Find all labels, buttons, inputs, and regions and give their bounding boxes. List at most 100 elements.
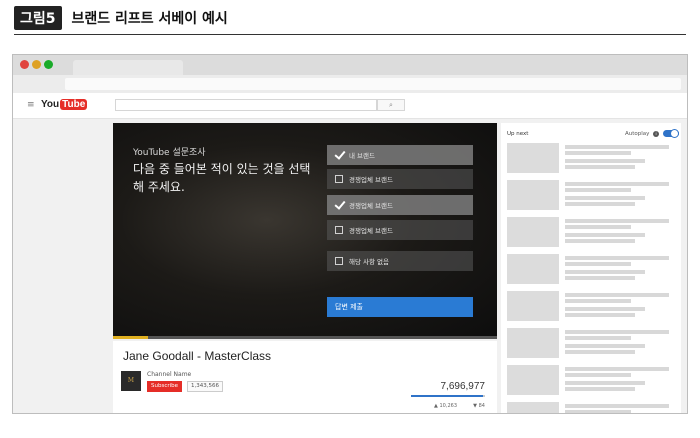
survey-option-label: 경쟁업체 브랜드	[349, 202, 393, 210]
youtube-logo[interactable]: You Tube	[41, 99, 88, 110]
dislike-button[interactable]: ▼ 84	[473, 403, 485, 409]
figure-title: 브랜드 리프트 서베이 예시	[71, 11, 228, 27]
recommended-video-meta-placeholder	[565, 233, 645, 237]
maximize-window-button[interactable]	[44, 60, 53, 69]
recommended-video-thumbnail[interactable]	[507, 217, 559, 247]
recommended-video-title-placeholder	[565, 404, 669, 408]
recommended-video-meta-placeholder	[565, 225, 631, 229]
survey-option-label: 경쟁업체 브랜드	[349, 176, 393, 184]
recommended-video-thumbnail[interactable]	[507, 328, 559, 358]
like-dislike-bar	[411, 395, 485, 397]
video-progress-bar[interactable]	[113, 336, 497, 339]
close-window-button[interactable]	[20, 60, 29, 69]
search-input[interactable]	[115, 99, 377, 111]
survey-brand-label: YouTube 설문조사	[133, 148, 206, 158]
recommended-video-title-placeholder	[565, 367, 669, 371]
recommended-video-meta-placeholder	[565, 239, 635, 243]
recommended-video-item[interactable]	[507, 254, 677, 286]
figure-divider	[14, 34, 686, 35]
recommended-video-thumbnail[interactable]	[507, 291, 559, 321]
subscribe-button[interactable]: Subscribe	[147, 381, 183, 392]
recommended-video-thumbnail[interactable]	[507, 365, 559, 395]
checkbox-checked-icon[interactable]	[335, 201, 343, 209]
recommended-video-meta-placeholder	[565, 336, 631, 340]
survey-option-label: 내 브랜드	[349, 152, 375, 160]
recommended-video-title-placeholder	[565, 293, 669, 297]
survey-question: 다음 중 들어본 적이 있는 것을 선택해 주세요.	[133, 162, 311, 194]
recommended-video-title-placeholder	[565, 145, 669, 149]
logo-you-text: You	[41, 99, 60, 110]
up-next-sidebar: Up next Autoplay i	[501, 123, 681, 413]
autoplay-toggle[interactable]	[663, 129, 679, 138]
recommended-video-thumbnail[interactable]	[507, 402, 559, 413]
minimize-window-button[interactable]	[32, 60, 41, 69]
dislike-count: 84	[478, 403, 485, 409]
recommended-video-item[interactable]	[507, 180, 677, 212]
survey-option-2[interactable]: 경쟁업체 브랜드	[327, 169, 473, 189]
subscriber-count: 1,343,566	[187, 381, 223, 392]
view-count: 7,696,977	[440, 381, 486, 392]
recommended-video-meta-placeholder	[565, 202, 635, 206]
recommended-video-meta-placeholder	[565, 299, 631, 303]
search-icon: ⌕	[389, 101, 393, 109]
recommended-video-meta-placeholder	[565, 188, 631, 192]
info-icon[interactable]: i	[653, 131, 659, 137]
recommended-video-item[interactable]	[507, 365, 677, 397]
recommended-video-meta-placeholder	[565, 387, 635, 391]
survey-option-1[interactable]: 내 브랜드	[327, 145, 473, 165]
checkbox-empty-icon[interactable]	[335, 226, 343, 234]
recommended-video-meta-placeholder	[565, 381, 645, 385]
recommended-video-thumbnail[interactable]	[507, 143, 559, 173]
channel-avatar[interactable]: M	[121, 371, 141, 391]
browser-tab[interactable]	[73, 60, 183, 75]
checkbox-checked-icon[interactable]	[335, 151, 343, 159]
thumbs-down-icon: ▼	[473, 403, 478, 409]
watch-page: YouTube 설문조사 다음 중 들어본 적이 있는 것을 선택해 주세요. …	[13, 119, 687, 413]
recommended-video-title-placeholder	[565, 182, 669, 186]
survey-option-3[interactable]: 경쟁업체 브랜드	[327, 195, 473, 215]
video-info-panel: Jane Goodall - MasterClass M Channel Nam…	[113, 341, 497, 413]
like-count: 10,263	[439, 403, 458, 409]
recommended-video-meta-placeholder	[565, 350, 635, 354]
recommended-video-item[interactable]	[507, 217, 677, 249]
video-player[interactable]: YouTube 설문조사 다음 중 들어본 적이 있는 것을 선택해 주세요. …	[113, 123, 497, 339]
video-title: Jane Goodall - MasterClass	[123, 349, 272, 363]
up-next-label: Up next	[507, 131, 529, 137]
submit-answer-label: 답변 제출	[335, 303, 363, 311]
recommended-video-thumbnail[interactable]	[507, 254, 559, 284]
recommended-video-meta-placeholder	[565, 270, 645, 274]
checkbox-empty-icon[interactable]	[335, 257, 343, 265]
hamburger-menu-icon[interactable]: ≡	[27, 101, 35, 110]
autoplay-toggle-knob	[670, 129, 679, 138]
recommended-video-item[interactable]	[507, 143, 677, 175]
video-progress-fill	[113, 336, 148, 339]
browser-titlebar	[13, 55, 687, 75]
recommended-video-meta-placeholder	[565, 307, 645, 311]
channel-name[interactable]: Channel Name	[147, 371, 191, 378]
recommended-video-meta-placeholder	[565, 276, 635, 280]
recommended-video-item[interactable]	[507, 328, 677, 360]
recommended-video-title-placeholder	[565, 256, 669, 260]
youtube-masthead: ≡ You Tube ⌕	[13, 93, 687, 119]
recommended-video-meta-placeholder	[565, 262, 631, 266]
recommended-video-meta-placeholder	[565, 313, 635, 317]
recommended-video-item[interactable]	[507, 291, 677, 323]
address-bar[interactable]	[65, 78, 681, 90]
recommended-video-thumbnail[interactable]	[507, 180, 559, 210]
recommended-video-title-placeholder	[565, 330, 669, 334]
survey-option-4[interactable]: 경쟁업체 브랜드	[327, 220, 473, 240]
checkbox-empty-icon[interactable]	[335, 175, 343, 183]
like-ratio-fill	[411, 395, 483, 397]
like-button[interactable]: ▲ 10,263	[434, 403, 457, 409]
logo-tube-text: Tube	[60, 99, 88, 110]
search-button[interactable]: ⌕	[377, 99, 405, 111]
recommended-video-item[interactable]	[507, 402, 677, 413]
recommended-video-meta-placeholder	[565, 196, 645, 200]
survey-option-label: 경쟁업체 브랜드	[349, 227, 393, 235]
submit-answer-button[interactable]: 답변 제출	[327, 297, 473, 317]
survey-option-5[interactable]: 해당 사항 없음	[327, 251, 473, 271]
autoplay-label: Autoplay	[625, 131, 650, 137]
browser-window: ≡ You Tube ⌕ YouTube 설문조사 다음 중 들어본 적이 있는…	[12, 54, 688, 414]
recommended-video-meta-placeholder	[565, 344, 645, 348]
recommended-video-meta-placeholder	[565, 159, 645, 163]
